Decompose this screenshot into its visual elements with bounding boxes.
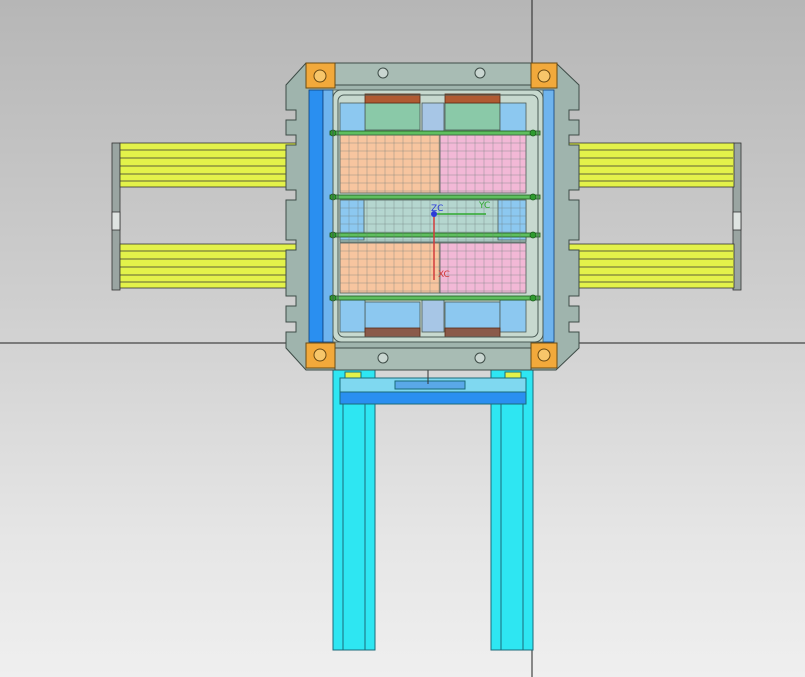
triad-x-label: XC — [438, 270, 450, 280]
cad-3d-viewport[interactable]: XC YC ZC — [0, 0, 805, 677]
left-slider-assembly — [111, 142, 307, 291]
triad-z-label: ZC — [431, 204, 444, 214]
triad-y-label: YC — [479, 201, 491, 211]
right-slider-assembly — [555, 142, 742, 291]
support-frame — [332, 369, 534, 651]
mold-assembly-model[interactable] — [0, 0, 805, 677]
